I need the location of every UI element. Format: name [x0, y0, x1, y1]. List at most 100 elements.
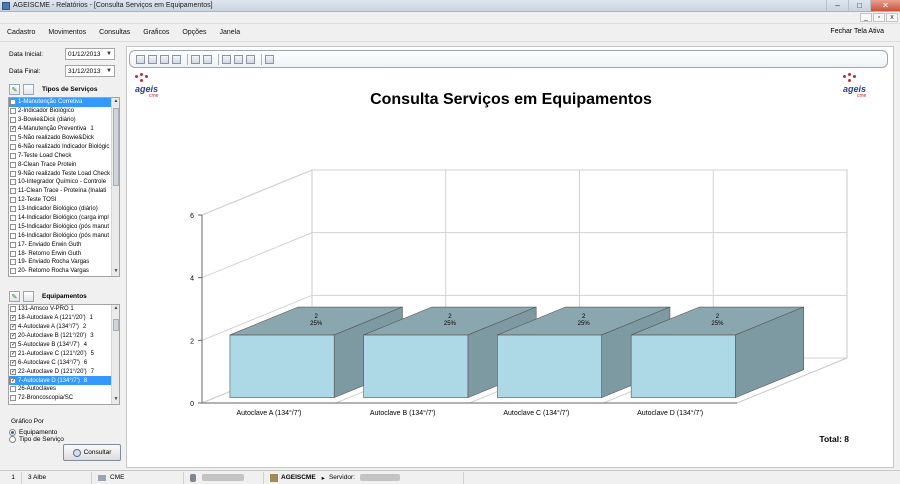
checkbox[interactable]	[10, 143, 16, 150]
checkbox[interactable]	[10, 197, 16, 204]
servicos-item[interactable]: 5-Não realizado Bowie&Dick	[9, 134, 119, 143]
scroll-down-icon[interactable]: ▼	[112, 396, 119, 404]
chevron-down-icon[interactable]: ▼	[106, 51, 112, 57]
checkbox[interactable]: ✓	[10, 368, 16, 375]
menu-janela[interactable]: Janela	[212, 29, 246, 36]
checkbox[interactable]: ✓	[10, 126, 16, 133]
checkbox[interactable]: ✓	[10, 333, 16, 340]
mdi-minimize-button[interactable]: _	[860, 13, 872, 22]
servicos-item[interactable]: 6-Não realizado Indicador Biológic	[9, 142, 119, 151]
checkbox[interactable]	[10, 268, 16, 275]
menu-movimentos[interactable]: Movimentos	[41, 29, 92, 36]
close-button[interactable]: ✕	[870, 0, 900, 11]
maximize-button[interactable]: □	[848, 0, 870, 11]
mdi-bar: _ ▫ x	[0, 12, 900, 24]
equipamentos-item[interactable]: 26-Autoclaves	[9, 385, 119, 394]
servicos-item[interactable]: 7-Teste Load Check	[9, 151, 119, 160]
checkbox[interactable]	[10, 179, 16, 186]
equipamentos-item[interactable]: ✓ 21-Autoclave C (121°/20') 5	[9, 349, 119, 358]
servicos-item[interactable]: 17- Enviado Erwin Guth	[9, 240, 119, 249]
checkbox[interactable]	[10, 259, 16, 266]
servicos-item[interactable]: 19- Enviado Rocha Vargas	[9, 258, 119, 267]
servicos-item[interactable]: 8-Clean Trace Protein	[9, 160, 119, 169]
checkbox[interactable]	[10, 223, 16, 230]
checkbox[interactable]	[10, 232, 16, 239]
checkbox[interactable]: ✓	[10, 324, 16, 331]
checkbox[interactable]: ✓	[10, 359, 16, 366]
servicos-item[interactable]: 13-Indicador Biológico (diário)	[9, 205, 119, 214]
scroll-thumb[interactable]	[113, 108, 119, 186]
checkbox[interactable]	[10, 250, 16, 257]
radio-equipamento[interactable]: Equipamento	[9, 429, 57, 436]
radio-dot[interactable]	[9, 436, 16, 443]
scroll-up-icon[interactable]: ▲	[112, 305, 119, 313]
servicos-item[interactable]: 18- Retorno Erwin Guth	[9, 249, 119, 258]
scroll-thumb[interactable]	[113, 319, 119, 331]
equipamentos-item[interactable]: 72-Broncoscopia/SC	[9, 394, 119, 403]
mdi-restore-button[interactable]: ▫	[873, 13, 885, 22]
equipamentos-item[interactable]: ✓ 18-Autoclave A (121°/20') 1	[9, 314, 119, 323]
checkbox[interactable]	[10, 188, 16, 195]
uncheck-all-icon[interactable]	[23, 291, 34, 302]
scroll-down-icon[interactable]: ▼	[112, 268, 119, 276]
equipamentos-item[interactable]: 131-Amsco V-PRO 1	[9, 305, 119, 314]
check-all-icon[interactable]: ✎	[9, 84, 20, 95]
mdi-close-button[interactable]: x	[886, 13, 898, 22]
checkbox[interactable]: ✓	[10, 377, 16, 384]
equipamentos-item-count: 8	[83, 377, 88, 384]
servicos-item[interactable]: 16-Indicador Biológico (pós manut	[9, 231, 119, 240]
check-all-icon[interactable]: ✎	[9, 291, 20, 302]
equipamentos-item[interactable]: ✓ 6-Autoclave C (134°/7') 6	[9, 358, 119, 367]
checkbox[interactable]	[10, 108, 16, 115]
data-final-picker[interactable]: 31/12/2013 ▼	[65, 65, 115, 77]
checkbox[interactable]	[10, 170, 16, 177]
equipamentos-item[interactable]: ✓ 22-Autoclave D (121°/20') 7	[9, 367, 119, 376]
equipamentos-item[interactable]: ✓ 4-Autoclave A (134°/7') 2	[9, 323, 119, 332]
servicos-item[interactable]: 3-Bowie&Dick (diário)	[9, 116, 119, 125]
servicos-item[interactable]: 12-Teste TOSI	[9, 196, 119, 205]
menu-cadastro[interactable]: Cadastro	[0, 29, 41, 36]
menu-opcoes[interactable]: Opções	[175, 29, 212, 36]
radio-dot[interactable]	[9, 429, 16, 436]
chevron-down-icon[interactable]: ▼	[106, 68, 112, 74]
checkbox[interactable]: ✓	[10, 342, 16, 348]
checkbox[interactable]: ✓	[10, 315, 16, 322]
equipamentos-item[interactable]: ✓ 7-Autoclave D (134°/7') 8	[9, 376, 119, 386]
scroll-up-icon[interactable]: ▲	[112, 98, 119, 106]
checkbox[interactable]	[10, 161, 16, 168]
servicos-item[interactable]: 10-Integrador Químico - Controle	[9, 178, 119, 187]
checkbox[interactable]: ✓	[10, 350, 16, 357]
menu-graficos[interactable]: Graficos	[136, 29, 175, 36]
checkbox[interactable]	[10, 206, 16, 213]
minimize-button[interactable]: –	[826, 0, 848, 11]
uncheck-all-icon[interactable]	[23, 84, 34, 95]
checkbox[interactable]	[10, 215, 16, 222]
servicos-item[interactable]: 2-Indicador Biológico	[9, 107, 119, 116]
servicos-item[interactable]: 20- Retorno Rocha Vargas	[9, 267, 119, 276]
checkbox[interactable]	[10, 135, 16, 141]
equipamentos-item[interactable]: ✓ 5-Autoclave B (134°/7') 4	[9, 341, 119, 350]
equipamentos-scrollbar[interactable]: ▲ ▼	[111, 305, 119, 404]
checkbox[interactable]	[10, 395, 16, 402]
checkbox[interactable]	[10, 306, 16, 313]
equipamentos-item[interactable]: ✓ 20-Autoclave B (121°/20') 3	[9, 332, 119, 341]
consultar-button[interactable]: Consultar	[63, 444, 121, 461]
checkbox[interactable]	[10, 152, 16, 159]
servicos-scrollbar[interactable]: ▲ ▼	[111, 98, 119, 276]
radio-tipo-servico[interactable]: Tipo de Serviço	[9, 436, 64, 443]
checkbox[interactable]	[10, 386, 16, 393]
servicos-item[interactable]: 11-Clean Trace - Proteína (Inalati	[9, 187, 119, 196]
servicos-item[interactable]: ✓ 4-Manutenção Preventiva 1	[9, 125, 119, 134]
servicos-item[interactable]: 9-Não realizado Teste Load Check	[9, 169, 119, 178]
equipamentos-list[interactable]: 131-Amsco V-PRO 1 ✓ 18-Autoclave A (121°/2…	[8, 304, 120, 405]
menu-consultas[interactable]: Consultas	[92, 29, 136, 36]
checkbox[interactable]	[10, 117, 16, 124]
servicos-item[interactable]: 14-Indicador Biológico (carga impl	[9, 214, 119, 223]
servicos-list[interactable]: 1-Manutenção Corretiva 2-Indicador Biológ…	[8, 97, 120, 277]
menu-fechar-tela-ativa[interactable]: Fechar Tela Ativa	[830, 28, 884, 35]
data-inicial-picker[interactable]: 01/12/2013 ▼	[65, 48, 115, 60]
checkbox[interactable]	[10, 99, 16, 106]
servicos-item[interactable]: 15-Indicador Biológico (pós manut	[9, 222, 119, 231]
servicos-item[interactable]: 1-Manutenção Corretiva	[9, 98, 119, 107]
checkbox[interactable]	[10, 241, 16, 248]
